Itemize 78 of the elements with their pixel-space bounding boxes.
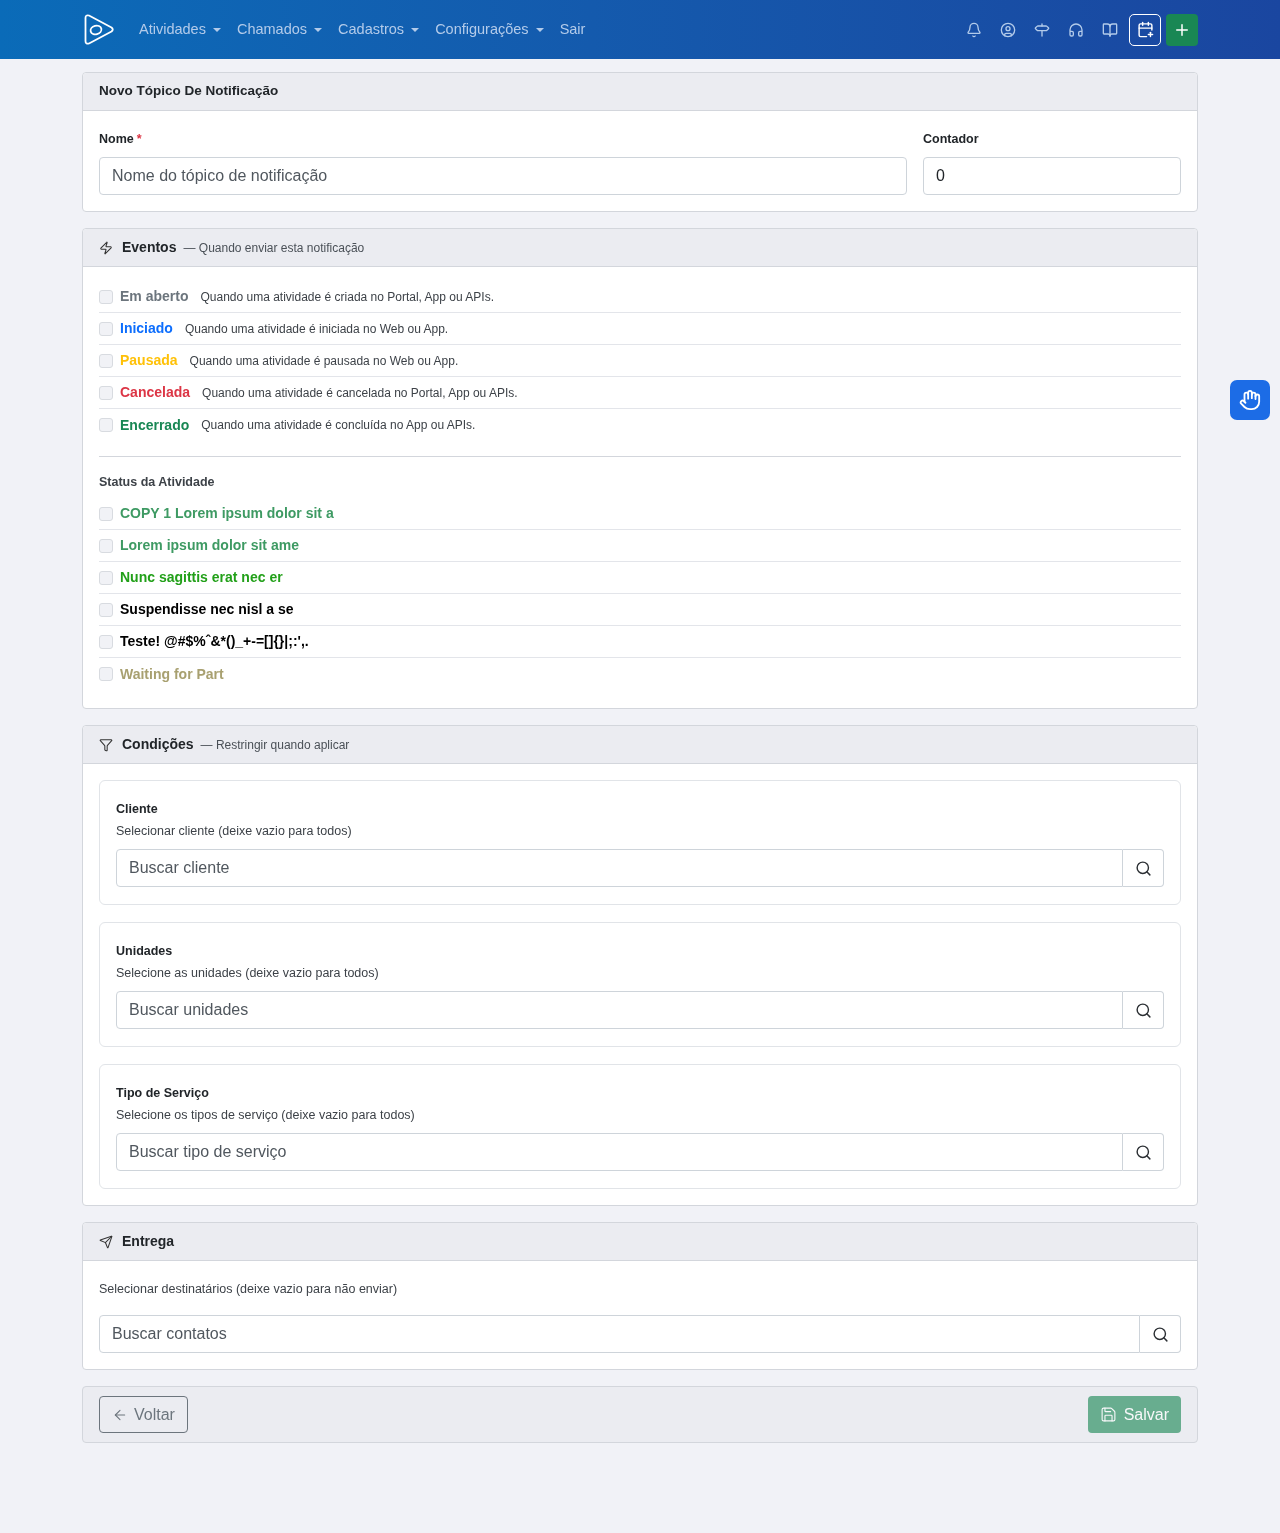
accessibility-button[interactable] — [1230, 380, 1270, 420]
search-button[interactable] — [1140, 1315, 1181, 1353]
section-title: Condições — [122, 735, 194, 754]
section-title: Novo Tópico De Notificação — [99, 82, 279, 101]
send-icon — [99, 1234, 113, 1249]
search-field[interactable]: Buscar unidades — [116, 991, 1123, 1029]
section-subtitle: — Quando enviar esta notificação — [183, 239, 365, 257]
save-icon — [1099, 1406, 1117, 1423]
status-label: Waiting for Part — [120, 664, 224, 684]
search-field[interactable]: Buscar contatos — [99, 1315, 1140, 1353]
nav-menu-item[interactable]: Sair — [559, 18, 586, 41]
section-title: Eventos — [122, 238, 177, 257]
status-label: Suspendisse nec nisl a se — [120, 600, 294, 619]
event-description: Quando uma atividade é criada no Portal, App ou APIs. — [200, 288, 494, 306]
section-title: Entrega — [122, 1232, 175, 1251]
search-button[interactable] — [1123, 991, 1164, 1029]
event-label: Em aberto — [120, 287, 189, 306]
checkbox[interactable] — [99, 321, 113, 336]
book-icon[interactable] — [1102, 21, 1118, 38]
event-label: Encerrado — [120, 415, 190, 435]
condition-hint: Selecionar cliente (deixe vazio para todos) — [116, 823, 352, 839]
status-label: COPY 1 Lorem ipsum dolor sit a — [120, 504, 334, 523]
nav-menu-item[interactable]: Cadastros — [338, 18, 420, 41]
condition-label: Tipo de Serviço — [116, 1085, 209, 1101]
field-label: Nome * — [99, 131, 142, 147]
checkbox[interactable] — [99, 634, 113, 649]
back-button[interactable]: Voltar — [99, 1396, 188, 1433]
event-description: Quando uma atividade é pausada no Web ou App. — [189, 352, 459, 370]
checkbox[interactable] — [99, 570, 113, 585]
bell-icon[interactable] — [966, 21, 982, 38]
headset-icon[interactable] — [1068, 21, 1084, 38]
condition-hint: Selecione as unidades (deixe vazio para todos) — [116, 965, 379, 981]
delivery-hint: Selecionar destinatários (deixe vazio para não enviar) — [99, 1281, 398, 1297]
status-heading: Status da Atividade — [99, 474, 215, 490]
hand-icon — [1239, 389, 1261, 411]
search-button[interactable] — [1123, 1133, 1164, 1171]
user-circle-icon[interactable] — [1000, 21, 1016, 38]
counter-field[interactable]: 0 — [923, 157, 1181, 195]
event-label: Pausada — [120, 351, 178, 370]
filter-icon — [99, 737, 113, 752]
checkbox[interactable] — [99, 667, 113, 681]
checkbox[interactable] — [99, 353, 113, 368]
status-label: Teste! @#$%ˆ&*()_+-=[]{}|;:',. — [120, 632, 309, 651]
lightning-icon — [99, 240, 113, 255]
signpost-icon[interactable] — [1034, 21, 1050, 38]
nav-menu-item[interactable]: Configurações — [435, 18, 544, 41]
calendar-add-button[interactable] — [1129, 13, 1161, 46]
logo-icon[interactable] — [82, 13, 115, 46]
search-field[interactable]: Buscar tipo de serviço — [116, 1133, 1123, 1171]
calendar-plus-icon — [1136, 21, 1154, 38]
status-label: Lorem ipsum dolor sit ame — [120, 536, 299, 555]
nav-menu-item[interactable]: Atividades — [139, 18, 221, 41]
search-icon — [1134, 1143, 1152, 1161]
checkbox[interactable] — [99, 385, 113, 400]
name-field[interactable]: Nome do tópico de notificação — [99, 157, 907, 195]
condition-label: Cliente — [116, 801, 158, 817]
nav-menu-item[interactable]: Chamados — [236, 18, 323, 41]
checkbox[interactable] — [99, 506, 113, 521]
search-icon — [1151, 1325, 1169, 1343]
add-button[interactable] — [1166, 13, 1198, 46]
section-subtitle: — Restringir quando aplicar — [200, 736, 350, 754]
field-label: Contador — [923, 131, 979, 147]
event-description: Quando uma atividade é cancelada no Portal, App ou APIs. — [202, 384, 518, 402]
checkbox[interactable] — [99, 538, 113, 553]
checkbox[interactable] — [99, 602, 113, 617]
status-label: Nunc sagittis erat nec er — [120, 568, 283, 587]
event-label: Iniciado — [120, 319, 173, 338]
search-button[interactable] — [1123, 849, 1164, 887]
condition-hint: Selecione os tipos de serviço (deixe vazio para todos) — [116, 1107, 415, 1123]
search-icon — [1134, 1001, 1152, 1019]
event-description: Quando uma atividade é iniciada no Web ou App. — [184, 320, 449, 338]
checkbox[interactable] — [99, 289, 113, 304]
event-label: Cancelada — [120, 383, 191, 402]
condition-label: Unidades — [116, 943, 173, 959]
checkbox[interactable] — [99, 418, 113, 432]
search-field[interactable]: Buscar cliente — [116, 849, 1123, 887]
event-description: Quando uma atividade é concluída no App ou APIs. — [201, 417, 476, 434]
search-icon — [1134, 859, 1152, 877]
